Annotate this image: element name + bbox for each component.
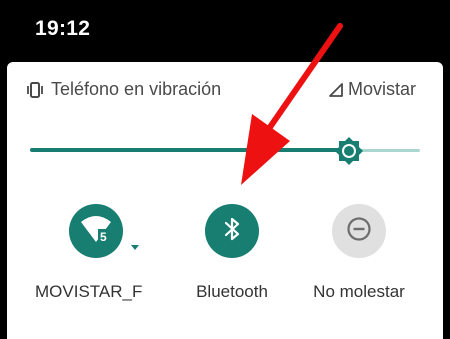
do-not-disturb-icon — [346, 216, 372, 247]
bluetooth-tile-label[interactable]: Bluetooth — [172, 282, 292, 302]
dropdown-caret-icon[interactable] — [131, 238, 139, 250]
bluetooth-icon — [222, 216, 242, 247]
wifi-tile-label[interactable]: MOVISTAR_F — [35, 282, 147, 302]
quick-settings-panel: Teléfono en vibración Movistar 5 MOVISTA… — [7, 62, 443, 339]
wifi-icon: 5 — [79, 214, 113, 249]
do-not-disturb-tile-label[interactable]: No molestar — [299, 282, 419, 302]
bluetooth-toggle[interactable] — [205, 204, 259, 258]
do-not-disturb-toggle[interactable] — [332, 204, 386, 258]
ringer-mode-label[interactable]: Teléfono en vibración — [51, 79, 221, 100]
quick-settings-header: Teléfono en vibración Movistar — [7, 62, 443, 118]
brightness-track-active — [30, 148, 348, 152]
tile-do-not-disturb[interactable]: No molestar — [299, 204, 419, 304]
vibrate-icon — [26, 82, 44, 98]
wifi-badge: 5 — [100, 230, 107, 244]
status-bar: 19:12 — [0, 0, 450, 62]
brightness-slider[interactable] — [30, 136, 420, 166]
brightness-thumb[interactable] — [334, 136, 364, 166]
wifi-toggle[interactable]: 5 — [69, 204, 123, 258]
tile-wifi[interactable]: 5 MOVISTAR_F — [35, 204, 156, 304]
status-time: 19:12 — [35, 17, 91, 40]
tile-bluetooth[interactable]: Bluetooth — [172, 204, 292, 304]
signal-icon — [329, 83, 343, 97]
carrier-label: Movistar — [348, 79, 417, 99]
